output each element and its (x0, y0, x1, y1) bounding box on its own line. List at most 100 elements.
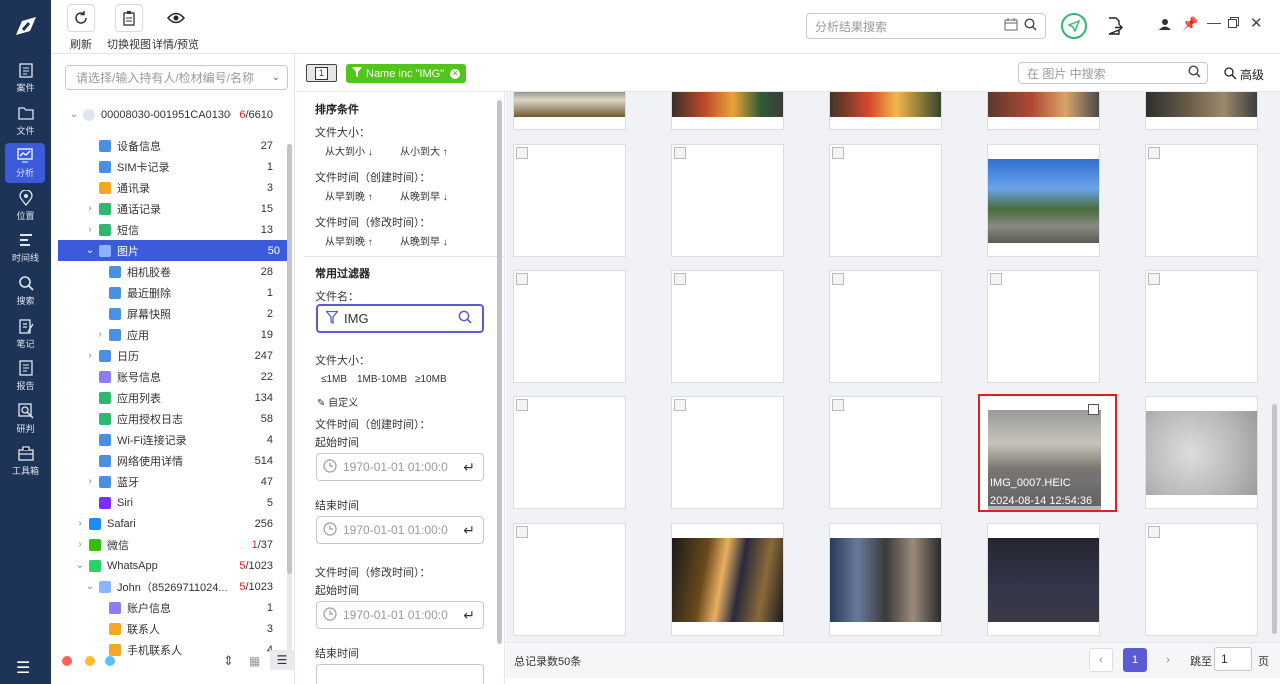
rail-item-folder[interactable]: 文件 (0, 101, 51, 141)
rail-item-location[interactable]: 位置 (0, 186, 51, 226)
tree-item[interactable]: 应用授权日志 58 (51, 408, 287, 429)
ctime-end-input[interactable]: 1970-01-01 01:00:0 ↵ (316, 516, 484, 544)
restore-icon[interactable] (1228, 17, 1239, 31)
image-thumbnail[interactable] (513, 144, 626, 257)
tree-item[interactable]: SIM卡记录 1 (51, 156, 287, 177)
tree-item[interactable]: › 通话记录 15 (51, 198, 287, 219)
advanced-search-button[interactable]: 高级 (1224, 66, 1264, 83)
size-option-medium[interactable]: 1MB-10MB (357, 374, 407, 385)
image-search-input[interactable]: 在 图片 中搜索 (1018, 62, 1208, 84)
custom-size-button[interactable]: ✎ 自定义 (317, 394, 358, 409)
mtime-start-input[interactable]: 1970-01-01 01:00:0 ↵ (316, 601, 484, 629)
list-view-icon[interactable]: ☰ (270, 650, 294, 670)
tree-item[interactable]: 通讯录 3 (51, 177, 287, 198)
tree-item[interactable]: 账号信息 22 (51, 366, 287, 387)
details-preview-button[interactable]: 详情/预览 (152, 4, 199, 52)
image-thumbnail[interactable] (1145, 92, 1258, 130)
image-thumbnail[interactable] (513, 396, 626, 509)
image-thumbnail[interactable] (987, 144, 1100, 257)
filter-scrollbar[interactable] (497, 100, 502, 644)
tree-item[interactable]: Wi-Fi连接记录 4 (51, 429, 287, 450)
sort-mtime-early-button[interactable]: 从早到晚 ↑ (325, 233, 373, 248)
tree-device-node[interactable]: ⌄ 00008030-001951CA0130C0... 6/6610 (51, 104, 287, 125)
tree-item[interactable]: › 微信 1/37 (51, 534, 287, 555)
image-thumbnail[interactable] (829, 270, 942, 383)
image-thumbnail[interactable] (829, 523, 942, 636)
image-thumbnail[interactable] (829, 92, 942, 130)
jump-page-input[interactable]: 1 (1214, 647, 1252, 671)
sort-size-desc-button[interactable]: 从大到小 ↓ (325, 143, 373, 158)
enter-icon[interactable]: ↵ (463, 522, 475, 539)
remove-filter-icon[interactable]: ✕ (450, 68, 461, 79)
calendar-icon[interactable] (1004, 18, 1018, 34)
red-dot-icon[interactable] (62, 656, 72, 666)
image-thumbnail[interactable] (1145, 523, 1258, 636)
image-thumbnail[interactable] (1145, 144, 1258, 257)
image-thumbnail[interactable] (513, 523, 626, 636)
select-checkbox[interactable] (1088, 404, 1099, 415)
tree-item[interactable]: ⌄ WhatsApp 5/1023 (51, 555, 287, 576)
page-number-button[interactable]: 1 (1123, 648, 1147, 672)
sort-ctime-late-button[interactable]: 从晚到早 ↓ (400, 188, 448, 203)
rail-item-notes[interactable]: 笔记 (0, 314, 51, 354)
mtime-end-input[interactable] (316, 664, 484, 684)
image-thumbnail[interactable] (1145, 396, 1258, 509)
ctime-start-input[interactable]: 1970-01-01 01:00:0 ↵ (316, 453, 484, 481)
rail-item-analysis[interactable]: 分析 (5, 143, 45, 183)
search-icon[interactable] (458, 310, 472, 327)
prev-page-button[interactable]: ‹ (1089, 648, 1113, 672)
menu-icon[interactable]: ☰ (16, 658, 30, 678)
filename-filter-input[interactable]: IMG (316, 304, 484, 333)
send-icon[interactable] (1061, 13, 1087, 39)
grid-view-icon[interactable]: ▦ (249, 654, 260, 668)
tree-item[interactable]: Siri 5 (51, 492, 287, 513)
tree-item[interactable]: 网络使用详情 514 (51, 450, 287, 471)
tree-item[interactable]: 屏幕快照 2 (51, 303, 287, 324)
size-option-small[interactable]: ≤1MB (321, 374, 347, 385)
tree-item[interactable]: › Safari 256 (51, 513, 287, 534)
rail-item-search[interactable]: 搜索 (0, 271, 51, 311)
gallery-scrollbar[interactable] (1272, 404, 1277, 634)
active-filter-tag[interactable]: Name inc "IMG" ✕ (346, 64, 467, 83)
image-thumbnail[interactable] (671, 144, 784, 257)
image-thumbnail[interactable] (671, 396, 784, 509)
image-thumbnail[interactable] (671, 92, 784, 130)
tree-scroll-thumb[interactable] (287, 144, 292, 574)
image-thumbnail[interactable] (1145, 270, 1258, 383)
tree-item[interactable]: 账户信息 1 (51, 597, 287, 618)
next-page-button[interactable]: › (1156, 648, 1180, 672)
switch-view-button[interactable]: 切换视图 (107, 4, 151, 52)
rail-item-research[interactable]: 研判 (0, 399, 51, 439)
image-thumbnail[interactable] (671, 523, 784, 636)
rail-item-case[interactable]: 案件 (0, 58, 51, 98)
size-option-large[interactable]: ≥10MB (415, 374, 447, 385)
tree-item[interactable]: › 日历 247 (51, 345, 287, 366)
tree-item[interactable]: ⌄ John（85269711024... 5/1023 (51, 576, 287, 597)
enter-icon[interactable]: ↵ (463, 459, 475, 476)
pin-icon[interactable]: 📌 (1182, 16, 1198, 32)
tree-item[interactable]: 应用列表 134 (51, 387, 287, 408)
selected-image-thumbnail[interactable]: IMG_0007.HEIC 2024-08-14 12:54:36 (978, 394, 1117, 512)
user-icon[interactable] (1159, 18, 1171, 33)
rail-item-timeline[interactable]: 时间线 (0, 228, 51, 268)
tree-item[interactable]: ⌄ 图片 50 (58, 240, 287, 261)
sort-ctime-early-button[interactable]: 从早到晚 ↑ (325, 188, 373, 203)
refresh-button[interactable]: 刷新 (67, 4, 95, 52)
image-thumbnail[interactable] (513, 270, 626, 383)
tree-scrollbar[interactable] (287, 144, 292, 664)
image-thumbnail[interactable] (987, 270, 1100, 383)
tree-item[interactable]: 设备信息 27 (51, 135, 287, 156)
image-thumbnail[interactable] (987, 92, 1100, 130)
tree-item[interactable]: › 蓝牙 47 (51, 471, 287, 492)
search-icon[interactable] (1188, 65, 1201, 81)
image-thumbnail[interactable] (671, 270, 784, 383)
rail-item-toolbox[interactable]: 工具箱 (0, 441, 51, 481)
image-thumbnail[interactable] (829, 144, 942, 257)
export-file-icon[interactable] (1107, 17, 1123, 38)
tree-item[interactable]: 联系人 3 (51, 618, 287, 639)
enter-icon[interactable]: ↵ (463, 607, 475, 624)
search-icon[interactable] (1024, 18, 1037, 34)
tree-item[interactable]: › 短信 13 (51, 219, 287, 240)
yellow-dot-icon[interactable] (85, 656, 95, 666)
rail-item-report[interactable]: 报告 (0, 356, 51, 396)
